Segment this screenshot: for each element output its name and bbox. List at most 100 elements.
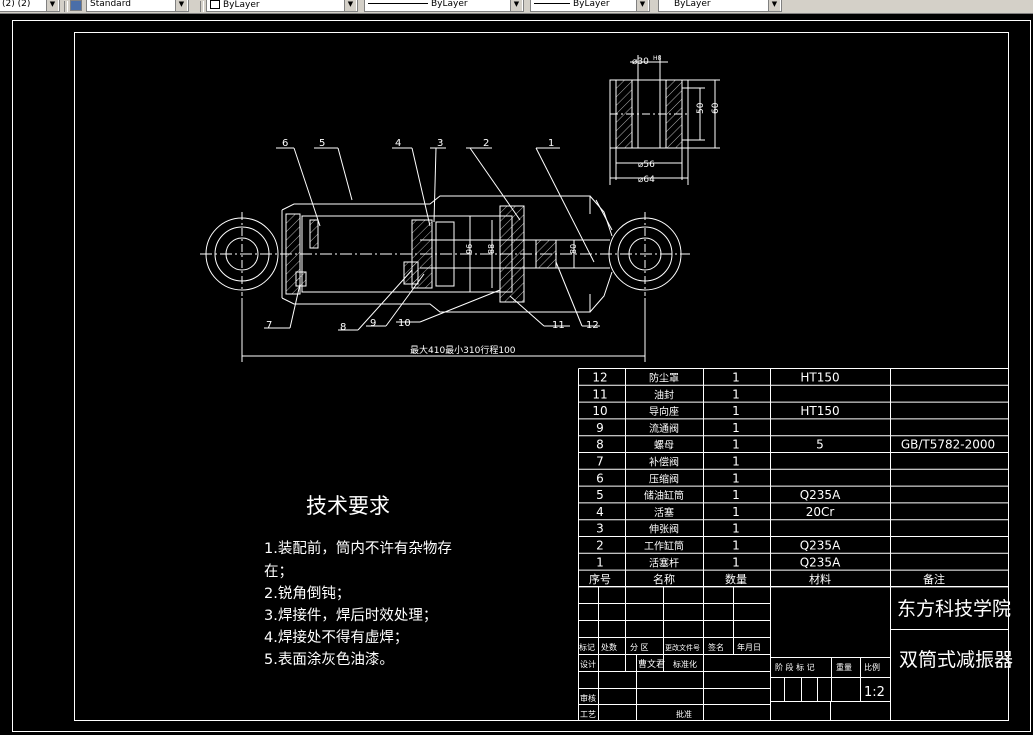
dim-h50: 50	[696, 102, 706, 114]
bom-cell-material: 5	[816, 438, 824, 452]
text-style-dropdown[interactable]: Standard ▼	[86, 0, 189, 12]
bom-cell-name: 储油缸筒	[644, 489, 684, 502]
bom-cell-name: 工作缸筒	[644, 540, 684, 553]
tb-drawing-title: 双筒式减振器	[899, 649, 1013, 671]
dim-tolerance: H8	[653, 55, 662, 62]
bom-cell-qty: 1	[732, 438, 740, 452]
tb-label-date: 年月日	[737, 642, 761, 652]
bom-cell-material: HT150	[800, 404, 839, 418]
dim-h60: 60	[711, 102, 721, 114]
bom-cell-no: 12	[592, 371, 607, 385]
tb-scale-value: 1:2	[864, 685, 885, 700]
bom-header-name: 名称	[653, 572, 675, 586]
bom-cell-name: 压缩阀	[649, 472, 679, 485]
bom-cell-qty: 1	[732, 488, 740, 502]
bom-cell-no: 10	[592, 404, 607, 418]
drawing-frame	[74, 32, 1009, 721]
tb-label-docno: 更改文件号	[665, 643, 700, 652]
bom-header-no: 序号	[589, 572, 611, 586]
title-block: 标记 处数 分 区 更改文件号 签名 年月日 设计 曹文君 标准化 审核 工艺 …	[579, 598, 1013, 719]
bom-header-material: 材料	[809, 572, 831, 586]
tb-label-count: 处数	[601, 642, 617, 652]
tb-label-scale: 比例	[864, 662, 880, 672]
properties-toolbar: (2) (2) ▼ Standard ▼ ByLayer ▼ ByLayer ▼…	[0, 0, 1033, 14]
text-style-icon[interactable]	[70, 0, 82, 11]
balloon-3: 3	[437, 138, 443, 149]
bushing-detail-view	[609, 55, 720, 185]
bom-cell-no: 9	[596, 421, 604, 435]
layer-dropdown-value: (2) (2)	[2, 0, 31, 9]
bom-cell-qty: 1	[732, 455, 740, 469]
linetype-value: ByLayer	[431, 0, 468, 9]
tech-req-item: 2.锐角倒钝；	[264, 586, 351, 602]
chevron-down-icon: ▼	[175, 0, 187, 11]
bom-cell-no: 1	[596, 555, 604, 569]
chevron-down-icon: ▼	[636, 0, 648, 11]
bom-cell-qty: 1	[732, 539, 740, 553]
bom-table-grid	[578, 368, 1009, 588]
tb-label-review: 审核	[580, 693, 596, 703]
bom-cell-no: 4	[596, 505, 604, 519]
balloon-12: 12	[586, 320, 599, 331]
toolbar-separator	[200, 1, 204, 12]
bom-cell-name: 导向座	[649, 405, 679, 418]
bom-cell-qty: 1	[732, 471, 740, 485]
color-value: ByLayer	[223, 0, 260, 10]
bom-cell-no: 5	[596, 488, 604, 502]
dim-d80: 80	[569, 244, 578, 254]
dim-d64: ⌀64	[638, 175, 655, 185]
bom-header-note: 备注	[923, 572, 945, 586]
sheet-border	[12, 20, 1031, 732]
bom-cell-no: 8	[596, 438, 604, 452]
balloon-4: 4	[395, 138, 401, 149]
tb-designer-name: 曹文君	[638, 658, 665, 670]
balloon-1: 1	[548, 138, 554, 149]
toolbar-separator	[64, 1, 68, 12]
bom-cell-material: HT150	[800, 371, 839, 385]
bom-cell-qty: 1	[732, 555, 740, 569]
bom-cell-material: Q235A	[800, 539, 841, 553]
tech-req-item: 4.焊接处不得有虚焊；	[264, 630, 409, 646]
bom-cell-name: 螺母	[654, 440, 674, 452]
tb-label-weight: 重量	[836, 662, 852, 672]
bom-cell-name: 流通阀	[649, 422, 679, 435]
balloon-10: 10	[398, 318, 411, 329]
bom-cell-no: 6	[596, 471, 604, 485]
tech-req-item: 在；	[264, 564, 293, 580]
text-style-value: Standard	[90, 0, 131, 9]
chevron-down-icon: ▼	[510, 0, 522, 11]
balloon-5: 5	[319, 138, 325, 149]
bom-cell-qty: 1	[732, 505, 740, 519]
bom-cell-name: 油封	[654, 388, 674, 401]
tb-label-standard: 标准化	[673, 659, 697, 669]
lineweight-dropdown[interactable]: ByLayer ▼	[530, 0, 650, 12]
bom-cell-name: 活塞	[654, 506, 674, 519]
balloon-2: 2	[483, 138, 489, 149]
bom-cell-qty: 1	[732, 421, 740, 435]
bom-cell-material: Q235A	[800, 488, 841, 502]
balloon-6: 6	[282, 138, 288, 149]
plotstyle-value: ByLayer	[674, 0, 711, 9]
drawing-canvas[interactable]: ⌀30 H8 50 60 ⌀56 ⌀64 最大410最小310行程100 96 …	[0, 13, 1033, 735]
color-dropdown[interactable]: ByLayer ▼	[206, 0, 358, 12]
linetype-dropdown[interactable]: ByLayer ▼	[364, 0, 524, 12]
bom-cell-note: GB/T5782-2000	[901, 438, 995, 452]
linetype-sample-icon	[368, 3, 428, 4]
bom-cell-name: 防尘罩	[649, 372, 679, 385]
balloon-9: 9	[370, 318, 376, 329]
tb-label-zone: 分 区	[630, 643, 649, 652]
tb-label-process: 工艺	[580, 710, 596, 719]
tb-label-mark: 标记	[579, 642, 595, 652]
dim-d56: ⌀56	[638, 160, 655, 170]
balloon-8: 8	[340, 322, 346, 333]
bom-cell-material: 20Cr	[806, 505, 835, 519]
layer-dropdown[interactable]: (2) (2) ▼	[0, 0, 60, 12]
tb-label-stage: 阶 段 标 记	[775, 662, 815, 672]
chevron-down-icon: ▼	[344, 0, 356, 11]
dim-d96: 96	[465, 244, 474, 254]
bom-cell-qty: 1	[732, 371, 740, 385]
dim-d30: ⌀30	[632, 57, 649, 67]
bom-cell-no: 11	[592, 387, 607, 401]
shock-absorber-assembly-view	[200, 147, 690, 362]
plotstyle-dropdown[interactable]: ByLayer ▼	[658, 0, 782, 12]
